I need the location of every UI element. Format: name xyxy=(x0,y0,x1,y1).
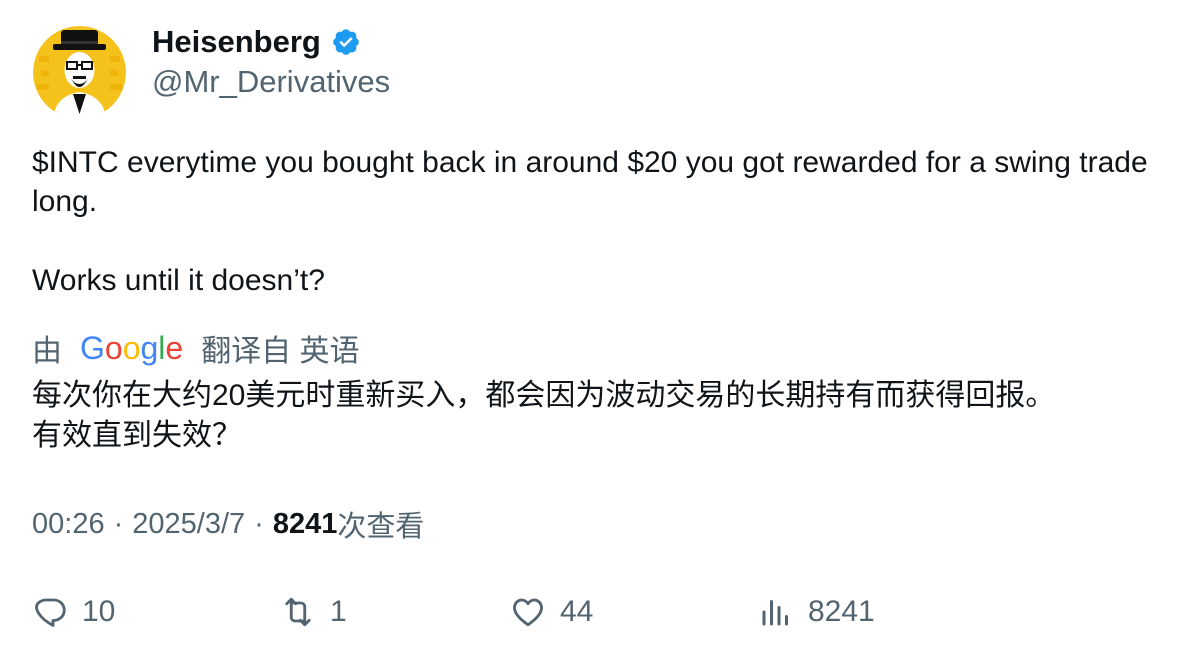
avatar-image xyxy=(33,26,126,119)
translated-by-prefix: 由 xyxy=(32,335,62,368)
like-count: 44 xyxy=(560,595,594,628)
tweet-meta: 00:26 · 2025/3/7 · 8241 次查看 xyxy=(32,504,424,544)
meta-separator: · xyxy=(113,507,124,540)
retweet-button[interactable]: 1 xyxy=(280,590,347,634)
author-name-row: Heisenberg xyxy=(152,24,361,60)
tweet-text: $INTC everytime you bought back in aroun… xyxy=(32,143,1172,300)
translated-text: 每次你在大约20美元时重新买入，都会因为波动交易的长期持有而获得回报。 有效直到… xyxy=(32,376,1182,456)
meta-separator: · xyxy=(254,507,264,540)
like-button[interactable]: 44 xyxy=(510,590,593,634)
translated-line: 有效直到失效？ xyxy=(32,419,242,452)
reply-count: 10 xyxy=(82,595,116,628)
tweet-paragraph: Works until it doesn’t? xyxy=(32,264,325,297)
heart-icon xyxy=(513,598,543,627)
views-label: 次查看 xyxy=(337,511,425,543)
translated-line: 每次你在大约20美元时重新买入，都会因为波动交易的长期持有而获得回报。 xyxy=(32,379,1056,412)
google-logo[interactable]: Google xyxy=(80,330,183,367)
tweet-time[interactable]: 00:26 xyxy=(32,508,105,541)
views-count: 8241 xyxy=(272,507,338,540)
tweet-date[interactable]: 2025/3/7 xyxy=(132,508,245,541)
author-name[interactable]: Heisenberg xyxy=(152,24,321,60)
analytics-icon xyxy=(762,600,788,626)
views-action-count: 8241 xyxy=(808,595,875,628)
translated-from-label: 翻译自 英语 xyxy=(201,335,360,368)
tweet-actions: 10 1 44 8241 xyxy=(32,590,1182,634)
views-button[interactable]: 8241 xyxy=(758,590,875,634)
retweet-icon xyxy=(285,597,311,627)
tweet-paragraph: $INTC everytime you bought back in aroun… xyxy=(32,146,1148,218)
verified-badge-icon xyxy=(331,27,361,57)
translation-attribution: 由 Google 翻译自 英语 xyxy=(32,328,360,369)
author-handle[interactable]: @Mr_Derivatives xyxy=(152,64,390,100)
retweet-count: 1 xyxy=(330,595,347,628)
reply-icon xyxy=(35,598,66,627)
tweet-header: Heisenberg @Mr_Derivatives xyxy=(33,24,733,124)
reply-button[interactable]: 10 xyxy=(32,590,115,634)
author-avatar[interactable] xyxy=(33,26,126,119)
